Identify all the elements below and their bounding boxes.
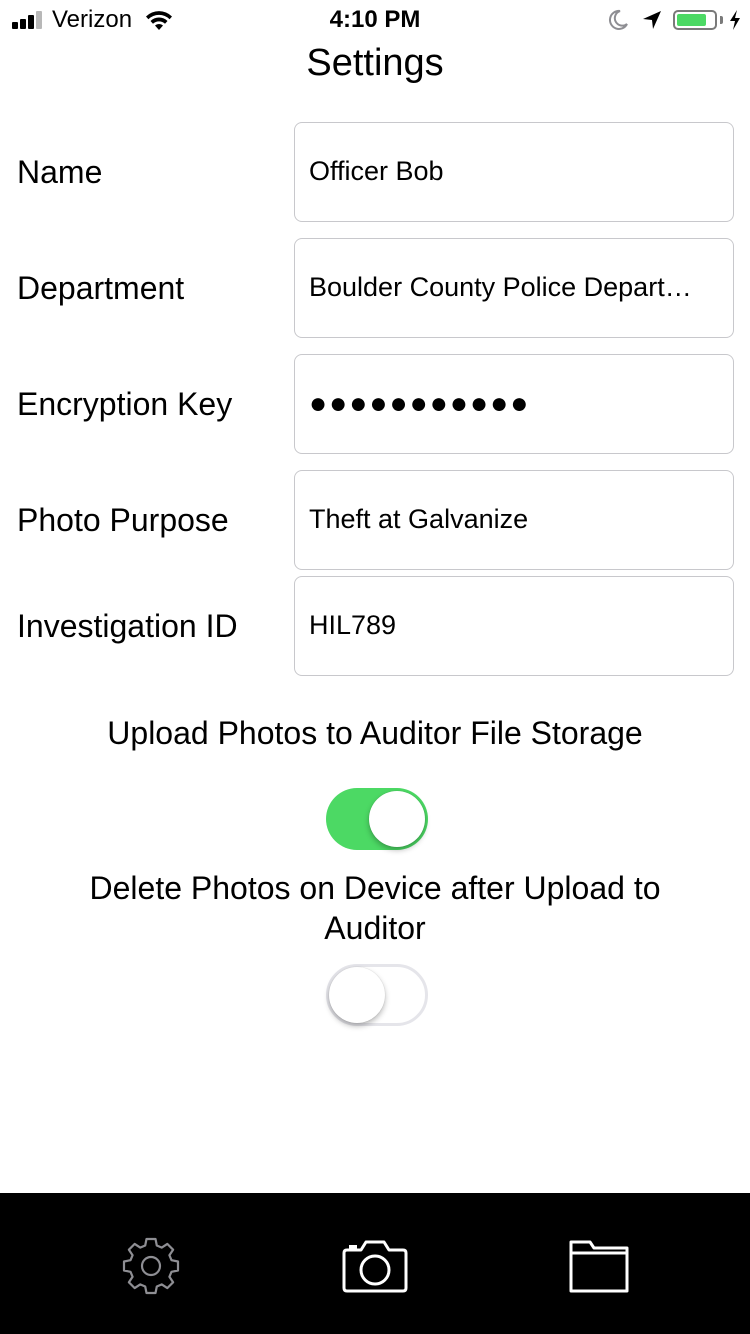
camera-icon [342,1240,408,1293]
tab-settings[interactable] [106,1221,196,1311]
delete-toggle-switch[interactable] [326,964,428,1026]
investigation-id-label: Investigation ID [17,608,238,644]
department-label: Department [17,270,185,306]
name-row: Name Officer Bob [0,122,750,222]
switch-knob [329,967,385,1023]
delete-toggle-label: Delete Photos on Device after Upload to … [89,870,661,946]
department-field[interactable]: Boulder County Police Depart… [294,238,734,338]
location-arrow-icon [643,11,661,29]
photo-purpose-label: Photo Purpose [17,502,229,538]
encryption-key-row: Encryption Key ●●●●●●●●●●● [0,354,750,454]
upload-toggle-label: Upload Photos to Auditor File Storage [107,715,643,751]
gear-icon [122,1237,180,1295]
name-label: Name [17,154,103,190]
battery-icon [673,10,717,30]
battery-tip [720,16,723,24]
photo-purpose-field[interactable]: Theft at Galvanize [294,470,734,570]
status-bar: Verizon 4:10 PM [0,0,750,40]
tab-bar [0,1193,750,1334]
tab-camera[interactable] [330,1221,420,1311]
encryption-key-field[interactable]: ●●●●●●●●●●● [294,354,734,454]
switch-knob [369,791,425,847]
investigation-id-field[interactable]: HIL789 [294,576,734,676]
folder-icon [569,1240,629,1293]
charging-bolt-icon [730,10,740,30]
tab-files[interactable] [554,1221,644,1311]
battery-level-fill [677,14,706,26]
page-title: Settings [306,42,444,84]
status-right [607,7,742,33]
upload-toggle-switch[interactable] [326,788,428,850]
investigation-id-row: Investigation ID HIL789 [0,576,750,676]
photo-purpose-row: Photo Purpose Theft at Galvanize [0,470,750,570]
name-field[interactable]: Officer Bob [294,122,734,222]
department-row: Department Boulder County Police Depart… [0,238,750,338]
encryption-key-label: Encryption Key [17,386,233,422]
moon-icon [608,9,628,30]
settings-screen: Verizon 4:10 PM Settings Name Officer Bo… [0,0,750,1334]
